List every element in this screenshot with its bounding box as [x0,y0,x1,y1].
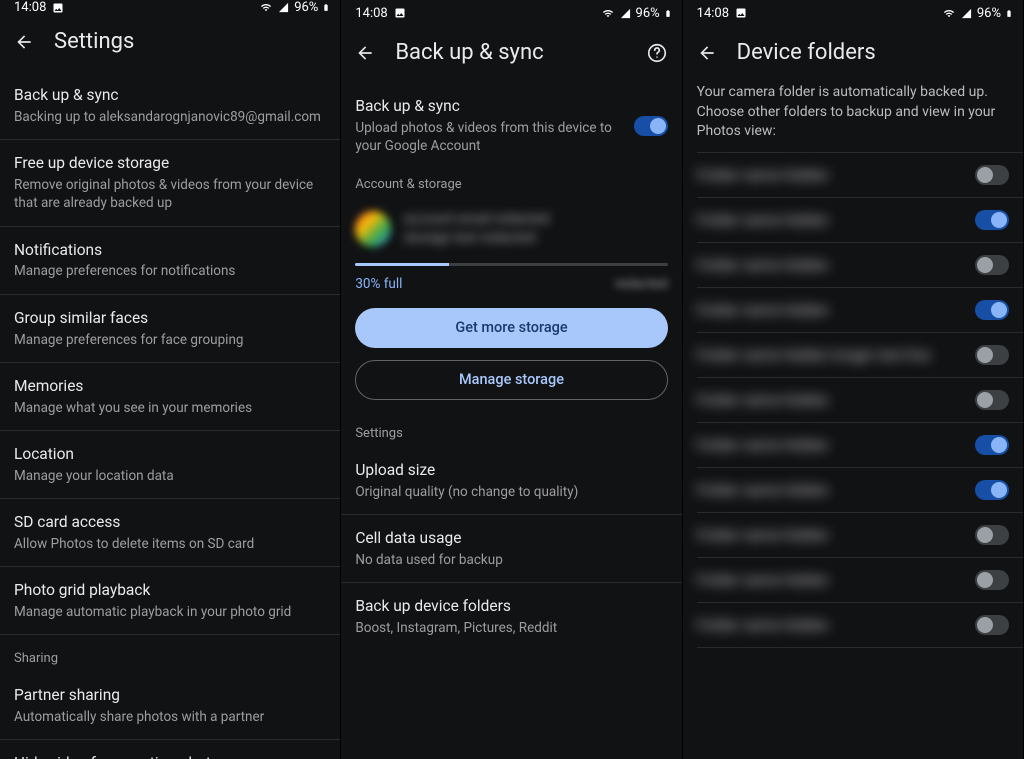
page-header: Back up & sync [341,26,681,83]
folder-name: Folder name hidden [697,391,975,409]
storage-percent: 30% full [355,276,402,292]
folder-row[interactable]: Folder name hidden [697,558,1023,603]
wifi-icon [601,8,615,19]
folder-name: Folder name hidden [697,301,975,319]
folder-row[interactable]: Folder name hidden [697,243,1023,288]
folder-name: Folder name hidden [697,256,975,274]
section-settings: Settings [341,410,681,447]
folder-toggle[interactable] [975,390,1009,410]
status-time: 14:08 [14,0,46,15]
setting-backup-sync[interactable]: Back up & sync Backing up to aleksandaro… [0,72,340,140]
setting-upload-size[interactable]: Upload size Original quality (no change … [341,447,681,515]
status-time: 14:08 [355,6,387,21]
folder-toggle[interactable] [975,525,1009,545]
folder-toggle[interactable] [975,570,1009,590]
folder-name: Folder name hidden longer text line [697,346,975,364]
page-title: Settings [54,29,326,54]
storage-progress: 30% full redacted [341,263,681,292]
section-sharing: Sharing [0,635,340,672]
folder-name: Folder name hidden [697,571,975,589]
status-bar: 14:08 96% [0,0,340,15]
image-icon [394,7,406,19]
folder-name: Folder name hidden [697,166,975,184]
get-more-storage-button[interactable]: Get more storage [355,308,667,348]
image-icon [735,7,747,19]
folder-row[interactable]: Folder name hidden [697,378,1023,423]
account-text: account email redacted storage text reda… [403,210,667,246]
folder-toggle[interactable] [975,210,1009,230]
folder-name: Folder name hidden [697,616,975,634]
status-time: 14:08 [697,6,729,21]
folder-row[interactable]: Folder name hidden [697,513,1023,558]
signal-icon [277,2,290,13]
folder-name: Folder name hidden [697,481,975,499]
folder-row[interactable]: Folder name hidden longer text line [697,333,1023,378]
status-battery-text: 96% [294,0,318,15]
setting-notifications[interactable]: Notifications Manage preferences for not… [0,227,340,295]
setting-photo-grid-playback[interactable]: Photo grid playback Manage automatic pla… [0,567,340,635]
device-folders-panel: 14:08 96% Device folders Your camera fol… [683,0,1024,759]
setting-memories[interactable]: Memories Manage what you see in your mem… [0,363,340,431]
folder-toggle[interactable] [975,300,1009,320]
folder-toggle[interactable] [975,435,1009,455]
setting-sd-card[interactable]: SD card access Allow Photos to delete it… [0,499,340,567]
folder-row[interactable]: Folder name hidden [697,152,1023,198]
folders-list: Folder name hidden Folder name hidden Fold… [683,152,1023,759]
folder-row[interactable]: Folder name hidden [697,198,1023,243]
battery-icon [664,7,672,20]
battery-icon [1005,7,1013,20]
page-title: Back up & sync [395,40,625,65]
signal-icon [619,8,632,19]
backup-sync-toggle[interactable] [634,116,668,136]
storage-used: redacted [615,276,668,292]
folder-toggle[interactable] [975,165,1009,185]
status-bar: 14:08 96% [683,0,1023,26]
status-bar: 14:08 96% [341,0,681,26]
folder-row[interactable]: Folder name hidden [697,288,1023,333]
manage-storage-button[interactable]: Manage storage [355,360,667,400]
section-account-storage: Account & storage [341,173,681,198]
folder-row[interactable]: Folder name hidden [697,468,1023,513]
folder-name: Folder name hidden [697,436,975,454]
back-icon[interactable] [14,32,34,52]
settings-panel: 14:08 96% Settings Back up & sync Backin… [0,0,341,759]
setting-hide-video[interactable]: Hide video from motion photos Other peop… [0,740,340,759]
backup-sync-master[interactable]: Back up & sync Upload photos & videos fr… [341,83,681,173]
battery-icon [322,1,330,14]
folder-row[interactable]: Folder name hidden [697,603,1023,648]
folder-toggle[interactable] [975,345,1009,365]
folder-toggle[interactable] [975,255,1009,275]
folder-toggle[interactable] [975,480,1009,500]
page-header: Settings [0,15,340,72]
setting-location[interactable]: Location Manage your location data [0,431,340,499]
setting-device-folders[interactable]: Back up device folders Boost, Instagram,… [341,583,681,650]
setting-free-storage[interactable]: Free up device storage Remove original p… [0,140,340,226]
back-icon[interactable] [697,43,717,63]
folder-toggle[interactable] [975,615,1009,635]
setting-group-faces[interactable]: Group similar faces Manage preferences f… [0,295,340,363]
setting-partner-sharing[interactable]: Partner sharing Automatically share phot… [0,672,340,740]
wifi-icon [942,8,956,19]
wifi-icon [259,2,273,13]
image-icon [52,2,64,14]
signal-icon [960,8,973,19]
folder-name: Folder name hidden [697,211,975,229]
back-icon[interactable] [355,43,375,63]
page-title: Device folders [737,40,1009,65]
setting-cell-data[interactable]: Cell data usage No data used for backup [341,515,681,583]
folder-name: Folder name hidden [697,526,975,544]
help-icon[interactable] [646,42,668,64]
avatar [355,211,391,247]
folders-description: Your camera folder is automatically back… [683,83,1023,152]
status-battery-text: 96% [636,6,660,21]
status-battery-text: 96% [977,6,1001,21]
page-header: Device folders [683,26,1023,83]
backup-sync-panel: 14:08 96% Back up & sync Back up & sync … [341,0,682,759]
account-row[interactable]: account email redacted storage text reda… [341,198,681,262]
folder-row[interactable]: Folder name hidden [697,423,1023,468]
